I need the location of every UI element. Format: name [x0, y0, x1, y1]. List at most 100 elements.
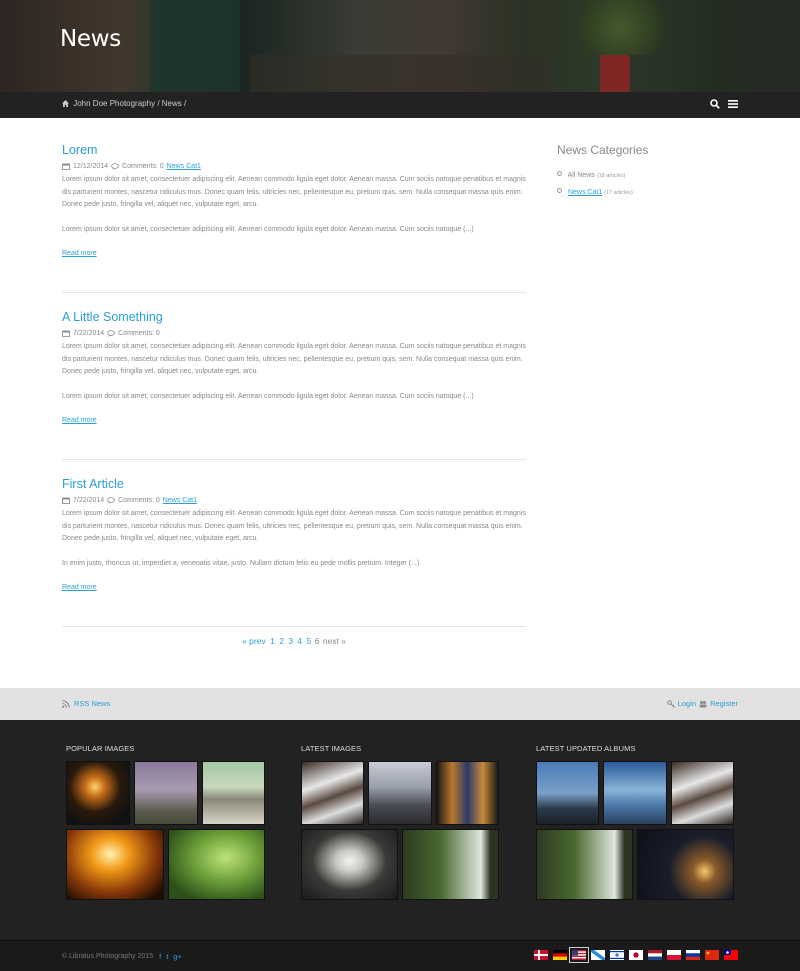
category-link-news-cat1[interactable]: News Cat1 [568, 189, 602, 196]
calendar-icon [62, 163, 70, 170]
article-comments: Comments: 0 [118, 330, 160, 337]
popular-images-title: POPULAR IMAGES [66, 744, 135, 753]
sidebar-item: News Cat1 (17 articles) [557, 188, 737, 196]
rss-icon [62, 699, 70, 708]
article-comments: Comments: 0 [118, 497, 160, 504]
google-plus-icon[interactable]: g+ [173, 952, 182, 961]
article-title[interactable]: Lorem [62, 143, 526, 157]
pagination-page[interactable]: 1 [270, 636, 275, 646]
rss-link[interactable]: RSS News [74, 699, 110, 708]
thumbnail-image[interactable] [66, 829, 164, 900]
divider [62, 626, 526, 627]
breadcrumb-separator: / [184, 99, 187, 108]
breadcrumb-current: News [161, 99, 182, 108]
article-date: 12/12/2014 [73, 163, 109, 170]
latest-albums-title: LATEST UPDATED ALBUMS [536, 744, 636, 753]
thumbnail-image[interactable] [168, 829, 265, 900]
pagination-page[interactable]: 2 [279, 636, 284, 646]
footer: POPULAR IMAGES LATEST IMAGES LATEST UPDA… [0, 720, 800, 940]
flag-japan-icon[interactable] [629, 950, 643, 960]
breadcrumb-separator: / [157, 99, 160, 108]
pagination-page[interactable]: 4 [297, 636, 302, 646]
article-excerpt: Lorem ipsum dolor sit amet, consectetuer… [62, 510, 526, 542]
header-banner: News [0, 0, 800, 92]
flag-germany-icon[interactable] [553, 950, 567, 960]
comments-icon [107, 330, 115, 337]
article-comments: Comments: 0 [122, 163, 164, 170]
pagination-next[interactable]: next » [323, 636, 346, 646]
sidebar-item: All News (18 articles) [557, 171, 737, 179]
pagination-page[interactable]: 3 [288, 636, 293, 646]
thumbnail-image[interactable] [368, 761, 432, 825]
flag-poland-icon[interactable] [667, 950, 681, 960]
article-excerpt-more: Lorem ipsum dolor sit amet, consectetuer… [62, 393, 474, 400]
article: Lorem 12/12/2014 Comments: 0 News Cat1 L… [62, 143, 526, 260]
article-category[interactable]: News Cat1 [167, 163, 201, 170]
article-date: 7/22/2014 [73, 497, 105, 504]
article: A Little Something 7/22/2014 Comments: 0… [62, 310, 526, 427]
flag-israel-icon[interactable] [610, 950, 624, 960]
article-date: 7/22/2014 [73, 330, 105, 337]
article-category[interactable]: News Cat1 [163, 497, 197, 504]
key-icon [666, 699, 675, 708]
thumbnail-image[interactable] [436, 761, 499, 825]
read-more-link[interactable]: Read more [62, 250, 97, 257]
category-link-all-news[interactable]: All News [568, 172, 595, 179]
thumbnail-image[interactable] [301, 761, 364, 825]
latest-images-title: LATEST IMAGES [301, 744, 362, 753]
article-title[interactable]: First Article [62, 477, 526, 491]
flag-china-icon[interactable] [705, 950, 719, 960]
thumbnail-image[interactable] [402, 829, 499, 900]
navbar: John Doe Photography / News / [0, 92, 800, 118]
flag-russia-icon[interactable] [686, 950, 700, 960]
read-more-link[interactable]: Read more [62, 417, 97, 424]
latest-albums: LATEST UPDATED ALBUMS [536, 744, 736, 900]
article-excerpt-more: Lorem ipsum dolor sit amet, consectetuer… [62, 226, 474, 233]
thumbnail-image[interactable] [603, 761, 667, 825]
read-more-link[interactable]: Read more [62, 584, 97, 591]
article-title[interactable]: A Little Something [62, 310, 526, 324]
users-icon [699, 700, 707, 707]
pagination-page[interactable]: 5 [307, 636, 312, 646]
popular-images: POPULAR IMAGES [66, 744, 266, 900]
sidebar-title: News Categories [557, 143, 649, 157]
article: First Article 7/22/2014 Comments: 0 News… [62, 477, 526, 594]
register-link[interactable]: Register [710, 699, 738, 708]
thumbnail-image[interactable] [637, 829, 734, 900]
bottom-bar: © Libratus Photography 2015 f t g+ [0, 940, 800, 971]
divider [62, 292, 526, 293]
flag-galicia-icon[interactable] [591, 950, 605, 960]
login-link[interactable]: Login [678, 699, 696, 708]
sidebar: News Categories All News (18 articles) N… [557, 143, 737, 205]
home-icon [62, 100, 69, 107]
page-title: News [60, 26, 121, 52]
breadcrumb-home[interactable]: John Doe Photography [73, 99, 155, 108]
menu-icon[interactable] [728, 99, 738, 109]
thumbnail-image[interactable] [301, 829, 398, 900]
pagination-current: 6 [314, 636, 320, 646]
language-selector [534, 947, 738, 963]
thumbnail-image[interactable] [66, 761, 130, 825]
account-strip: RSS News Login Register [0, 688, 800, 720]
facebook-icon[interactable]: f [159, 952, 161, 961]
thumbnail-image[interactable] [536, 761, 599, 825]
search-icon[interactable] [710, 99, 720, 109]
category-count: (18 articles) [596, 173, 626, 179]
breadcrumb: John Doe Photography / News / [62, 99, 186, 108]
pagination-prev[interactable]: « prev [242, 636, 266, 646]
article-excerpt: Lorem ipsum dolor sit amet, consectetuer… [62, 343, 526, 375]
latest-images: LATEST IMAGES [301, 744, 501, 900]
calendar-icon [62, 330, 70, 337]
article-excerpt-more: In enim justo, rhoncus ut, imperdiet a, … [62, 560, 420, 567]
thumbnail-image[interactable] [671, 761, 734, 825]
thumbnail-image[interactable] [202, 761, 265, 825]
thumbnail-image[interactable] [134, 761, 198, 825]
flag-taiwan-icon[interactable] [724, 950, 738, 960]
calendar-icon [62, 497, 70, 504]
flag-usa-icon[interactable] [569, 947, 589, 963]
twitter-icon[interactable]: t [166, 952, 168, 961]
flag-netherlands-icon[interactable] [648, 950, 662, 960]
category-count: (17 articles) [604, 190, 633, 196]
thumbnail-image[interactable] [536, 829, 633, 900]
flag-denmark-icon[interactable] [534, 950, 548, 960]
